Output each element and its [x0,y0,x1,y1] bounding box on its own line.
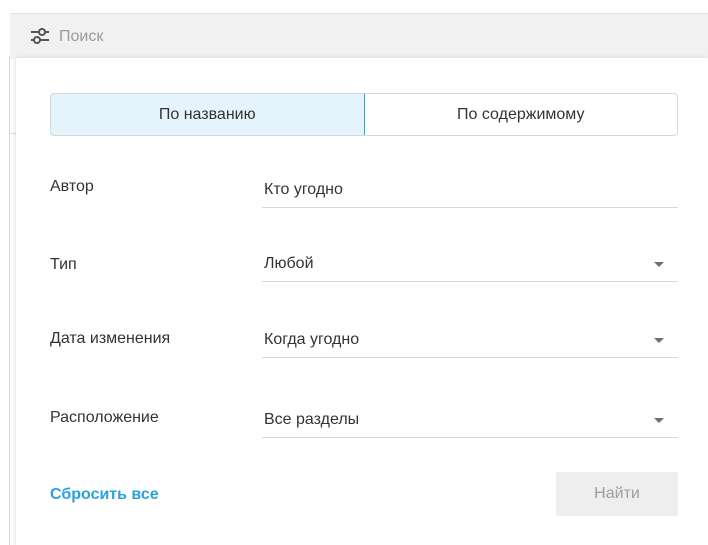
type-value: Любой [264,255,314,272]
search-screen: Поиск По названию По содержимому Автор К… [0,0,708,545]
caret-down-icon [654,262,664,267]
author-field[interactable]: Кто угодно [262,172,678,208]
search-mode-tabs: По названию По содержимому [50,93,678,136]
type-select[interactable]: Любой [262,246,678,282]
modified-value: Когда угодно [264,331,360,348]
location-select[interactable]: Все разделы [262,402,678,438]
tab-by-content[interactable]: По содержимому [365,94,678,135]
author-label: Автор [50,178,94,195]
search-header[interactable]: Поиск [10,13,708,59]
find-button[interactable]: Найти [556,472,678,516]
tab-by-name[interactable]: По названию [51,94,365,135]
type-label: Тип [50,256,77,273]
location-value: Все разделы [264,411,360,428]
reset-all-link[interactable]: Сбросить все [50,485,159,505]
search-panel: По названию По содержимому Автор Кто уго… [16,58,708,545]
location-label: Расположение [50,409,159,426]
modified-select[interactable]: Когда угодно [262,322,678,358]
author-value: Кто угодно [264,181,343,198]
caret-down-icon [654,338,664,343]
modified-label: Дата изменения [50,330,171,347]
caret-down-icon [654,418,664,423]
page-border [9,56,10,545]
header-title: Поиск [59,28,104,45]
sliders-icon [31,28,49,44]
